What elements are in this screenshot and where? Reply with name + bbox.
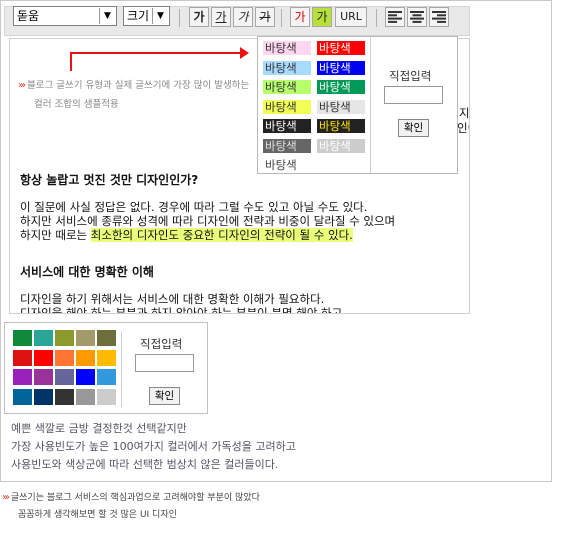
bg-color-swatch[interactable]: 바탕색 bbox=[263, 158, 311, 172]
direct-input-field[interactable] bbox=[384, 86, 443, 104]
palette-color-swatch[interactable] bbox=[97, 349, 116, 366]
bg-color-swatch[interactable]: 바탕색 bbox=[317, 99, 365, 114]
bg-color-swatch[interactable]: 바탕색 bbox=[317, 119, 365, 133]
annotation-arrow-line bbox=[70, 52, 242, 54]
size-select[interactable]: 크기 ▼ bbox=[123, 6, 170, 26]
bg-color-swatch[interactable]: 바탕색 bbox=[263, 119, 311, 133]
chevron-down-icon: ▼ bbox=[152, 8, 168, 24]
footer-line-2: 꼼꼼하게 생각해보면 할 것 많은 UI 디자인 bbox=[18, 510, 177, 520]
content-paragraph-line: 하지만 때로는 최소한의 디자인도 중요한 디자인의 전략이 될 수 있다. bbox=[20, 228, 353, 243]
text-color-button[interactable]: 가 bbox=[290, 7, 310, 27]
toolbar-divider bbox=[281, 9, 282, 27]
palette-color-swatch[interactable] bbox=[34, 388, 53, 405]
triple-chevron-icon: ››› bbox=[2, 492, 10, 503]
popup-divider bbox=[370, 37, 371, 173]
confirm-button[interactable]: 확인 bbox=[398, 119, 429, 137]
direct-input-field[interactable] bbox=[135, 354, 194, 372]
note-line: 예쁜 색깔로 금방 결정한것 선택같지만 bbox=[11, 422, 187, 435]
bg-color-swatch[interactable]: 바탕색 bbox=[263, 41, 311, 55]
bg-color-swatch[interactable]: 바탕색 bbox=[317, 41, 365, 55]
toolbar-divider bbox=[376, 9, 377, 27]
confirm-button[interactable]: 확인 bbox=[149, 387, 180, 405]
content-paragraph-line: 하지만 서비스에 종류와 성격에 따라 디자인에 전략과 비중이 달라질 수 있… bbox=[20, 214, 396, 228]
bg-color-swatch[interactable]: 바탕색 bbox=[263, 60, 311, 75]
palette-divider bbox=[121, 331, 122, 407]
bg-color-swatch[interactable]: 바탕색 bbox=[263, 80, 311, 94]
font-select[interactable]: 돋움 ▼ bbox=[13, 6, 117, 26]
size-select-value: 크기 bbox=[127, 9, 150, 23]
palette-color-swatch[interactable] bbox=[13, 369, 32, 385]
palette-color-swatch[interactable] bbox=[97, 388, 116, 405]
palette-color-swatch[interactable] bbox=[76, 349, 95, 366]
palette-color-swatch[interactable] bbox=[34, 330, 53, 346]
align-right-icon[interactable] bbox=[429, 7, 449, 27]
font-select-value: 돋움 bbox=[17, 9, 40, 23]
footer-note: ››› 글쓰기는 블로그 서비스의 핵심과업으로 고려해야할 부분이 많았다 bbox=[2, 490, 260, 506]
bg-color-swatch[interactable]: 바탕색 bbox=[263, 99, 311, 114]
url-button[interactable]: URL bbox=[335, 7, 367, 27]
align-center-icon[interactable] bbox=[407, 7, 427, 27]
paragraph-text: 하지만 때로는 bbox=[20, 228, 91, 242]
italic-button[interactable]: 가 bbox=[233, 7, 253, 27]
palette-color-swatch[interactable] bbox=[34, 349, 53, 366]
palette-color-swatch[interactable] bbox=[97, 330, 116, 346]
content-heading: 항상 놀랍고 멋진 것만 디자인인가? bbox=[20, 173, 199, 187]
palette-color-swatch[interactable] bbox=[13, 388, 32, 405]
bg-color-swatch[interactable]: 바탕색 bbox=[317, 60, 365, 75]
palette-color-swatch[interactable] bbox=[55, 388, 74, 405]
chevron-down-icon: ▼ bbox=[99, 8, 115, 24]
bg-color-popup: 바탕색 바탕색 바탕색 바탕색 바탕색 바탕색 바탕색 바탕색 바탕색 바탕색 바탕색 바탕색 바탕색 … bbox=[257, 36, 458, 174]
note-line: 가장 사용빈도가 높은 100여가지 컬러에서 가독성을 고려하고 bbox=[11, 440, 296, 453]
note-line: 사용빈도와 색상군에 따라 선택한 범상치 않은 컬러들이다. bbox=[11, 458, 279, 471]
strikethrough-button[interactable]: 가 bbox=[255, 7, 275, 27]
underline-button[interactable]: 가 bbox=[211, 7, 231, 27]
annotation-line-1: 블로그 글쓰기 유형과 실제 글쓰기에 가장 많이 발생하는 bbox=[27, 80, 250, 91]
annotation-arrow-line bbox=[70, 53, 72, 71]
annotation-line-2: 컬러 조합의 샘플적용 bbox=[34, 99, 119, 110]
bg-color-button[interactable]: 가 bbox=[312, 7, 332, 27]
arrow-head-icon bbox=[240, 47, 249, 59]
bg-color-swatch[interactable]: 바탕색 bbox=[317, 80, 365, 94]
content-paragraph-line: 디자인을 해야 하는 부분과 하지 않아야 하는 부분이 분명 해야 하고 bbox=[20, 306, 343, 314]
highlighted-text: 최소한의 디자인도 중요한 디자인의 전략이 될 수 있다. bbox=[90, 228, 353, 242]
bg-color-swatch[interactable]: 바탕색 bbox=[263, 138, 311, 153]
palette-color-swatch[interactable] bbox=[76, 330, 95, 346]
palette-color-swatch[interactable] bbox=[13, 330, 32, 346]
annotation-text: ››› 블로그 글쓰기 유형과 실제 글쓰기에 가장 많이 발생하는 bbox=[18, 77, 249, 91]
bold-button[interactable]: 가 bbox=[189, 7, 209, 27]
palette-color-swatch[interactable] bbox=[97, 369, 116, 385]
palette-color-swatch[interactable] bbox=[55, 349, 74, 366]
toolbar-divider bbox=[179, 9, 180, 27]
palette-color-swatch[interactable] bbox=[76, 369, 95, 385]
bg-color-swatch[interactable]: 바탕색 bbox=[317, 138, 365, 153]
clipped-text: 지 bbox=[459, 106, 470, 120]
content-paragraph-line: 이 질문에 사실 정답은 없다. 경우에 따라 그럴 수도 있고 아닐 수도 있… bbox=[20, 200, 368, 214]
palette-color-swatch[interactable] bbox=[34, 369, 53, 385]
palette-color-swatch[interactable] bbox=[76, 388, 95, 405]
triple-chevron-icon: ››› bbox=[18, 80, 26, 91]
direct-input-label: 직접입력 bbox=[389, 69, 432, 83]
palette-color-swatch[interactable] bbox=[55, 330, 74, 346]
content-heading: 서비스에 대한 명확한 이해 bbox=[20, 265, 154, 279]
clipped-text: 인이 bbox=[457, 121, 469, 135]
text-color-palette: 직접입력 확인 bbox=[4, 322, 208, 414]
palette-color-swatch[interactable] bbox=[55, 369, 74, 385]
palette-color-swatch[interactable] bbox=[13, 349, 32, 366]
content-paragraph-line: 디자인을 하기 위해서는 서비스에 대한 명확한 이해가 필요하다. bbox=[20, 292, 325, 306]
footer-line-1: 글쓰기는 블로그 서비스의 핵심과업으로 고려해야할 부분이 많았다 bbox=[10, 493, 260, 503]
direct-input-label: 직접입력 bbox=[140, 337, 183, 351]
align-left-icon[interactable] bbox=[385, 7, 405, 27]
